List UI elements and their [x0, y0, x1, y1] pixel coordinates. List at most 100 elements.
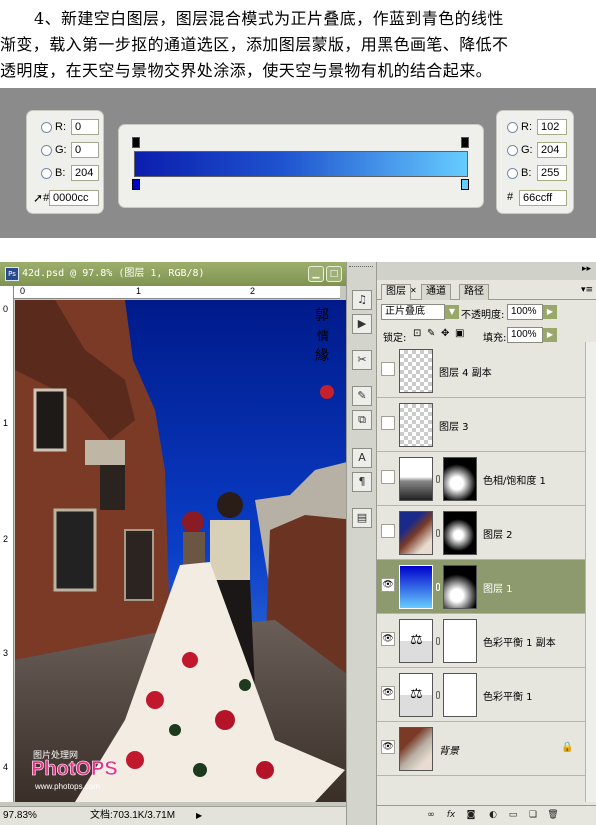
balance-icon: ⚖ — [410, 632, 423, 648]
status-arrow-icon[interactable]: ▶ — [196, 807, 202, 825]
fill-slider-icon[interactable]: ▶ — [543, 328, 557, 342]
left-b-field[interactable]: 204 — [71, 165, 99, 181]
delete-layer-icon[interactable]: 🗑 — [547, 809, 559, 821]
lock-all-icon[interactable]: ▣ — [455, 328, 464, 339]
layer-name: 色彩平衡 1 — [483, 692, 533, 703]
g-radio[interactable] — [41, 144, 52, 156]
r-label: R: — [521, 121, 532, 133]
layer-row[interactable]: 图层 3 — [377, 398, 585, 452]
add-mask-icon[interactable]: ◙ — [465, 809, 477, 821]
visibility-toggle[interactable]: 👁 — [381, 632, 395, 646]
lock-icon: 🔒 — [561, 742, 574, 753]
link-icon[interactable] — [436, 637, 440, 645]
color-stop-right[interactable] — [461, 179, 469, 190]
document-canvas[interactable]: 郭 情 緣 图片处理网 PhotOPS www.photops.com — [15, 300, 355, 802]
tab-layers[interactable]: 图层 — [381, 284, 411, 300]
g-radio[interactable] — [507, 144, 518, 156]
layer-row[interactable]: 色相/饱和度 1 — [377, 452, 585, 506]
layer-row[interactable]: 图层 2 — [377, 506, 585, 560]
visibility-toggle[interactable] — [381, 524, 395, 538]
history-icon[interactable]: ♫ — [352, 290, 372, 310]
ruler-tick: 1 — [3, 418, 9, 428]
minimize-button[interactable]: ▁ — [308, 266, 324, 282]
new-layer-icon[interactable]: ❏ — [527, 809, 539, 821]
ruler-tick: 0 — [3, 304, 9, 314]
tool-presets-icon[interactable]: ✂ — [352, 350, 372, 370]
clone-source-icon[interactable]: ⧉ — [352, 410, 372, 430]
link-icon[interactable] — [436, 691, 440, 699]
adjustment-layer-icon[interactable]: ◐ — [487, 809, 499, 821]
opacity-slider-icon[interactable]: ▶ — [543, 305, 557, 319]
tab-close-icon[interactable]: ✕ — [410, 286, 417, 295]
left-r-field[interactable]: 0 — [71, 119, 99, 135]
instruction-text: 4、新建空白图层，图层混合模式为正片叠底，作蓝到青色的线性 渐变，载入第一步抠的… — [0, 6, 596, 84]
b-radio[interactable] — [41, 167, 52, 179]
right-b-field[interactable]: 255 — [537, 165, 567, 181]
visibility-toggle[interactable] — [381, 362, 395, 376]
ruler-tick: 4 — [3, 762, 9, 772]
link-layers-icon[interactable]: ∞ — [425, 809, 437, 821]
visibility-toggle[interactable] — [381, 470, 395, 484]
visibility-toggle[interactable] — [381, 416, 395, 430]
layer-row[interactable]: 图层 4 副本 — [377, 344, 585, 398]
balance-thumbnail: ⚖ — [399, 673, 433, 717]
blend-mode-select[interactable]: 正片叠底 — [381, 304, 445, 320]
document-size-info[interactable]: 文档:703.1K/3.71M — [90, 807, 175, 825]
opacity-stop-left[interactable] — [132, 137, 140, 148]
r-radio[interactable] — [507, 121, 518, 133]
layers-scrollbar[interactable] — [585, 342, 596, 802]
layer-row[interactable]: 👁 背景 🔒 — [377, 722, 585, 776]
tab-paths[interactable]: 路径 — [459, 284, 489, 300]
document-titlebar[interactable]: Ps 42d.psd @ 97.8% (图层 1, RGB/8) — [0, 262, 346, 286]
link-icon[interactable] — [436, 475, 440, 483]
fill-field[interactable]: 100% — [507, 327, 543, 343]
lock-transparent-icon[interactable]: ⊡ — [413, 328, 421, 339]
lock-label: 锁定: — [383, 333, 407, 344]
b-radio[interactable] — [507, 167, 518, 179]
layer-comps-icon[interactable]: ▤ — [352, 508, 372, 528]
visibility-toggle[interactable]: 👁 — [381, 578, 395, 592]
collapse-icon[interactable]: ▸▸ — [582, 264, 591, 274]
link-icon[interactable] — [436, 583, 440, 591]
lock-pixels-icon[interactable]: ✎ — [427, 328, 435, 339]
visibility-toggle[interactable]: 👁 — [381, 740, 395, 754]
layer-row-selected[interactable]: 👁 图层 1 — [377, 560, 585, 614]
right-hex-field[interactable]: 66ccff — [519, 190, 567, 206]
r-radio[interactable] — [41, 121, 52, 133]
new-group-icon[interactable]: ▭ — [507, 809, 519, 821]
balance-icon: ⚖ — [410, 686, 423, 702]
brushes-icon[interactable]: ✎ — [352, 386, 372, 406]
left-g-field[interactable]: 0 — [71, 142, 99, 158]
visibility-toggle[interactable]: 👁 — [381, 686, 395, 700]
panel-menu-icon[interactable]: ▾≡ — [581, 285, 593, 295]
layer-list: 图层 4 副本 图层 3 色相/饱和度 1 图层 2 👁 图层 1 👁 ⚖ 色彩… — [377, 344, 585, 804]
watermark-url: www.photops.com — [35, 782, 100, 791]
paragraph-icon[interactable]: ¶ — [352, 472, 372, 492]
ruler-tick: 1 — [136, 286, 142, 296]
actions-icon[interactable]: ▶ — [352, 314, 372, 334]
fx-icon[interactable]: fx — [445, 809, 457, 821]
fill-label: 填充: — [483, 333, 507, 344]
dock-grip[interactable] — [349, 266, 373, 272]
mask-thumbnail — [443, 619, 477, 663]
layer-row[interactable]: 👁 ⚖ 色彩平衡 1 副本 — [377, 614, 585, 668]
maximize-button[interactable]: □ — [326, 266, 342, 282]
blend-mode-dropdown-icon[interactable]: ▼ — [445, 305, 459, 319]
opacity-field[interactable]: 100% — [507, 304, 543, 320]
layer-row[interactable]: 👁 ⚖ 色彩平衡 1 — [377, 668, 585, 722]
svg-text:緣: 緣 — [315, 348, 329, 364]
lock-position-icon[interactable]: ✥ — [441, 328, 449, 339]
left-hex-field[interactable]: 0000cc — [49, 190, 99, 206]
link-icon[interactable] — [436, 529, 440, 537]
zoom-level[interactable]: 97.83% — [3, 807, 37, 825]
right-g-field[interactable]: 204 — [537, 142, 567, 158]
color-stop-left[interactable] — [132, 179, 140, 190]
opacity-stop-right[interactable] — [461, 137, 469, 148]
layer-name: 色相/饱和度 1 — [483, 476, 546, 487]
tab-channels[interactable]: 通道 — [421, 284, 451, 300]
g-label: G: — [521, 144, 533, 156]
layer-thumbnail — [399, 349, 433, 393]
right-r-field[interactable]: 102 — [537, 119, 567, 135]
balance-thumbnail: ⚖ — [399, 619, 433, 663]
character-icon[interactable]: A — [352, 448, 372, 468]
